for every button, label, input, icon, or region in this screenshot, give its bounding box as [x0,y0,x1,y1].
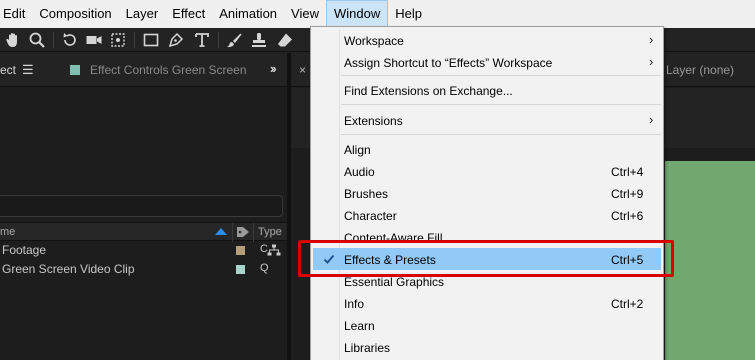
menu-item-audio[interactable]: Audio Ctrl+4 [313,160,661,182]
menu-item-libraries[interactable]: Libraries [313,336,661,358]
menu-item-label: Align [344,143,371,157]
menu-separator [341,75,661,76]
menu-effect[interactable]: Effect [165,0,212,28]
project-item-type: Q [260,262,269,274]
menu-item-shortcut: Ctrl+9 [611,187,644,201]
label-color-swatch[interactable] [236,246,245,255]
menu-item-label: Essential Graphics [344,275,445,289]
menu-item-label: Extensions [344,114,403,128]
toolbar-divider [134,32,135,48]
project-panel: ect ☰ Effect Controls Green Screen Vi ››… [0,53,287,360]
project-item-name: Green Screen Video Clip [2,262,135,276]
menu-item-shortcut: Ctrl+6 [611,209,644,223]
menu-item-label: Brushes [344,187,389,201]
tab-layer[interactable]: Layer (none) [666,63,734,77]
flowchart-icon[interactable] [267,244,281,256]
hand-tool-icon[interactable] [3,30,23,50]
project-item-name: Footage [2,243,47,257]
eraser-tool-icon[interactable] [275,30,295,50]
column-divider[interactable] [253,223,254,242]
menu-help[interactable]: Help [388,0,429,28]
rectangle-tool-icon[interactable] [141,30,161,50]
column-name-header[interactable]: me [0,226,15,238]
menu-item-label: Learn [344,319,375,333]
menu-item-label: Libraries [344,341,391,355]
menu-item-workspace[interactable]: Workspace › [313,29,661,51]
menu-window[interactable]: Window [325,0,389,28]
menu-item-label: Character [344,209,397,223]
menu-view[interactable]: View [284,0,326,28]
panel-tab-bar: ect ☰ Effect Controls Green Screen Vi ›› [0,53,287,87]
tab-effect-controls[interactable]: Effect Controls Green Screen Vi [90,63,248,77]
column-divider[interactable] [232,223,233,242]
clone-stamp-tool-icon[interactable] [249,30,269,50]
project-search-input[interactable] [0,195,283,217]
tab-project[interactable]: ect [0,63,16,77]
sort-ascending-icon[interactable] [215,228,227,235]
menu-item-brushes[interactable]: Brushes Ctrl+9 [313,182,661,204]
menu-separator [341,104,661,105]
menu-composition[interactable]: Composition [32,0,118,28]
submenu-arrow-icon: › [649,32,654,47]
toolbar-divider [53,32,54,48]
menu-item-shortcut: Ctrl+4 [611,165,644,179]
green-screen-preview[interactable] [665,161,755,360]
column-type-header[interactable]: Type [258,226,282,238]
menu-item-label: Find Extensions on Exchange... [344,84,513,98]
rotate-tool-icon[interactable] [60,30,80,50]
annotation-highlight-box [298,240,674,277]
window-menu-dropdown: Workspace › Assign Shortcut to “Effects”… [310,26,664,360]
menu-item-info[interactable]: Info Ctrl+2 [313,292,661,314]
menu-animation[interactable]: Animation [212,0,284,28]
menu-item-label: Audio [344,165,375,179]
project-item-row[interactable]: Green Screen Video Clip Q [0,260,287,279]
menu-item-extensions[interactable]: Extensions › [313,109,661,131]
menu-layer[interactable]: Layer [119,0,166,28]
menu-item-label: Assign Shortcut to “Effects” Workspace [344,56,553,70]
menu-item-character[interactable]: Character Ctrl+6 [313,204,661,226]
double-chevron-right-icon[interactable]: ›› [270,61,277,76]
pan-behind-tool-icon[interactable] [108,30,128,50]
close-icon[interactable]: × [299,63,306,77]
type-tool-icon[interactable] [192,30,212,50]
toolbar-divider [218,32,219,48]
brush-tool-icon[interactable] [224,30,244,50]
label-color-swatch[interactable] [236,265,245,274]
menu-edit[interactable]: Edit [0,0,32,28]
menu-item-shortcut: Ctrl+2 [611,297,644,311]
menu-item-label: Info [344,297,365,311]
zoom-tool-icon[interactable] [27,30,47,50]
project-item-row[interactable]: Footage C [0,241,287,260]
menu-separator [341,134,661,135]
pen-tool-icon[interactable] [166,30,186,50]
menu-item-assign-shortcut[interactable]: Assign Shortcut to “Effects” Workspace › [313,51,661,73]
project-list-header: me Type [0,222,287,242]
tab-effect-controls-swatch [70,65,80,75]
menu-item-align[interactable]: Align [313,138,661,160]
camera-tool-icon[interactable] [84,30,104,50]
hamburger-icon[interactable]: ☰ [22,62,34,78]
menu-item-learn[interactable]: Learn [313,314,661,336]
label-tag-icon[interactable] [236,226,250,238]
submenu-arrow-icon: › [649,112,654,127]
submenu-arrow-icon: › [649,54,654,69]
menu-bar: Edit Composition Layer Effect Animation … [0,0,755,28]
menu-item-find-extensions[interactable]: Find Extensions on Exchange... [313,79,661,101]
menu-item-label: Workspace [344,34,404,48]
